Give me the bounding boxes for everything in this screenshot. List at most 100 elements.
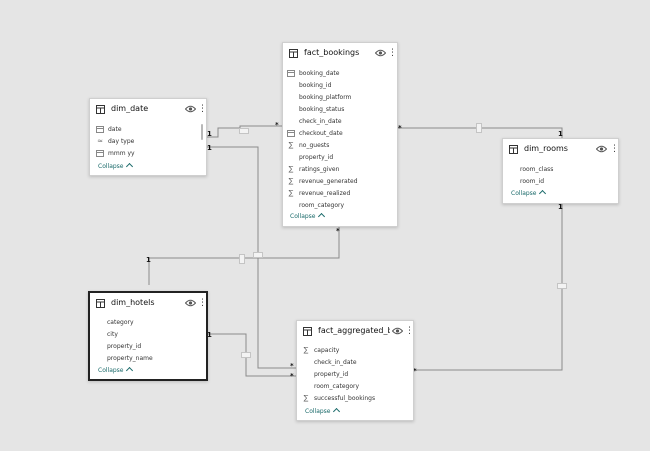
field-check-in-date[interactable]: check_in_date: [299, 116, 342, 127]
field-successful-bookings[interactable]: successful_bookings ∑: [304, 393, 375, 404]
cardinality-one: 1: [558, 130, 563, 138]
table-icon: [303, 327, 312, 336]
field-date[interactable]: date: [96, 124, 122, 135]
field-room-id[interactable]: room_id: [520, 176, 544, 187]
field-category[interactable]: category: [107, 317, 134, 328]
field-room-category[interactable]: room_category: [314, 381, 359, 392]
calculated-icon: ≈: [97, 137, 103, 145]
field-city[interactable]: city: [107, 329, 118, 340]
sigma-icon: ∑: [288, 141, 294, 149]
cardinality-one: 1: [207, 144, 212, 152]
more-options-icon[interactable]: ⋮: [610, 143, 619, 155]
field-room-class[interactable]: room_class: [520, 164, 553, 175]
chevron-up-icon: [125, 366, 133, 375]
cardinality-one: 1: [146, 256, 151, 264]
field-day-type[interactable]: day type ≈: [97, 136, 134, 147]
rel-dim-hotels-fact-aggregated: [206, 333, 297, 377]
calendar-icon: [96, 126, 104, 133]
table-icon: [96, 299, 105, 308]
field-booking-id[interactable]: booking_id: [299, 80, 331, 91]
calendar-icon: [96, 150, 104, 157]
collapse-link[interactable]: Collapse: [98, 366, 133, 375]
table-card-dim-date[interactable]: dim_date ⋮ date day type ≈ mmm yy Collapse: [89, 98, 207, 176]
filter-direction-arrow[interactable]: [239, 254, 245, 264]
table-icon: [96, 105, 105, 114]
cardinality-one: 1: [207, 130, 212, 138]
field-list: category city property_id property_name: [107, 317, 187, 365]
cardinality-many: *: [275, 121, 279, 129]
field-checkout-date[interactable]: checkout_date: [287, 128, 343, 139]
collapse-link[interactable]: Collapse: [305, 407, 340, 416]
field-capacity[interactable]: capacity ∑: [304, 345, 340, 356]
table-header[interactable]: dim_rooms ⋮: [503, 139, 619, 161]
more-options-icon[interactable]: ⋮: [198, 297, 207, 309]
field-mmm-yy[interactable]: mmm yy: [96, 148, 135, 159]
table-title: fact_aggregated_boo...: [318, 326, 390, 335]
table-title: dim_date: [111, 104, 149, 113]
table-title: dim_hotels: [111, 298, 155, 307]
rel-dim-rooms-fact-aggregated: [413, 203, 563, 371]
cardinality-many: *: [398, 124, 402, 132]
field-list: booking_date booking_id booking_platform bo…: [287, 68, 389, 214]
table-title: dim_rooms: [524, 144, 568, 153]
cardinality-many: *: [290, 372, 294, 380]
table-card-dim-rooms[interactable]: dim_rooms ⋮ room_class room_id Collapse: [502, 138, 619, 204]
filter-direction-arrow[interactable]: [241, 352, 251, 358]
field-booking-date[interactable]: booking_date: [287, 68, 339, 79]
calendar-icon: [287, 130, 295, 137]
more-options-icon[interactable]: ⋮: [198, 103, 207, 115]
field-list: capacity ∑ check_in_date property_id room_ca…: [304, 345, 406, 405]
field-property-id[interactable]: property_id: [299, 152, 333, 163]
field-list: room_class room_id: [520, 164, 600, 188]
field-property-id[interactable]: property_id: [107, 341, 141, 352]
table-icon: [509, 145, 518, 154]
cardinality-many: *: [290, 362, 294, 370]
visibility-eye-icon[interactable]: [185, 105, 196, 113]
cardinality-one: 1: [558, 203, 563, 211]
field-ratings-given[interactable]: ratings_given ∑: [289, 164, 340, 175]
scrollbar[interactable]: [201, 124, 203, 140]
more-options-icon[interactable]: ⋮: [388, 47, 397, 59]
visibility-eye-icon[interactable]: [185, 299, 196, 307]
collapse-link[interactable]: Collapse: [98, 162, 133, 171]
collapse-link[interactable]: Collapse: [290, 212, 325, 221]
collapse-link[interactable]: Collapse: [511, 189, 546, 198]
table-header[interactable]: dim_hotels ⋮: [90, 293, 207, 315]
filter-direction-arrow[interactable]: [253, 252, 263, 258]
table-card-fact-bookings[interactable]: fact_bookings ⋮ booking_date booking_id bo…: [282, 42, 398, 227]
table-title: fact_bookings: [304, 48, 360, 57]
table-card-dim-hotels[interactable]: dim_hotels ⋮ category city property_id prop…: [88, 291, 208, 381]
sigma-icon: ∑: [288, 177, 294, 185]
filter-direction-arrow[interactable]: [557, 283, 567, 289]
field-room-category[interactable]: room_category: [299, 200, 344, 211]
chevron-up-icon: [332, 407, 340, 416]
field-revenue-generated[interactable]: revenue_generated ∑: [289, 176, 358, 187]
table-card-fact-aggregated-bookings[interactable]: fact_aggregated_boo... ⋮ capacity∑check_…: [296, 320, 414, 421]
calendar-icon: [287, 70, 295, 77]
field-booking-platform[interactable]: booking_platform: [299, 92, 351, 103]
field-revenue-realized[interactable]: revenue_realized ∑: [289, 188, 351, 199]
sigma-icon: ∑: [303, 394, 309, 402]
field-no-guests[interactable]: no_guests ∑: [289, 140, 330, 151]
filter-direction-arrow[interactable]: [476, 123, 482, 133]
chevron-up-icon: [317, 212, 325, 221]
cardinality-many: *: [336, 227, 340, 235]
chevron-up-icon: [538, 189, 546, 198]
field-property-id[interactable]: property_id: [314, 369, 348, 380]
visibility-eye-icon[interactable]: [596, 145, 607, 153]
visibility-eye-icon[interactable]: [375, 49, 386, 57]
field-property-name[interactable]: property_name: [107, 353, 153, 364]
field-booking-status[interactable]: booking_status: [299, 104, 344, 115]
sigma-icon: ∑: [288, 189, 294, 197]
visibility-eye-icon[interactable]: [392, 327, 403, 335]
chevron-up-icon: [125, 162, 133, 171]
field-list: date day type ≈ mmm yy: [96, 124, 188, 160]
table-header[interactable]: fact_bookings ⋮: [283, 43, 397, 65]
table-header[interactable]: fact_aggregated_boo... ⋮: [297, 321, 414, 343]
field-check-in-date[interactable]: check_in_date: [314, 357, 357, 368]
filter-direction-arrow[interactable]: [239, 128, 249, 134]
model-canvas[interactable]: 1 1 * * 1 * 1 1 1 * * * fact_bookings ⋮ …: [0, 0, 650, 451]
more-options-icon[interactable]: ⋮: [405, 325, 414, 337]
sigma-icon: ∑: [288, 165, 294, 173]
table-header[interactable]: dim_date ⋮: [90, 99, 207, 121]
